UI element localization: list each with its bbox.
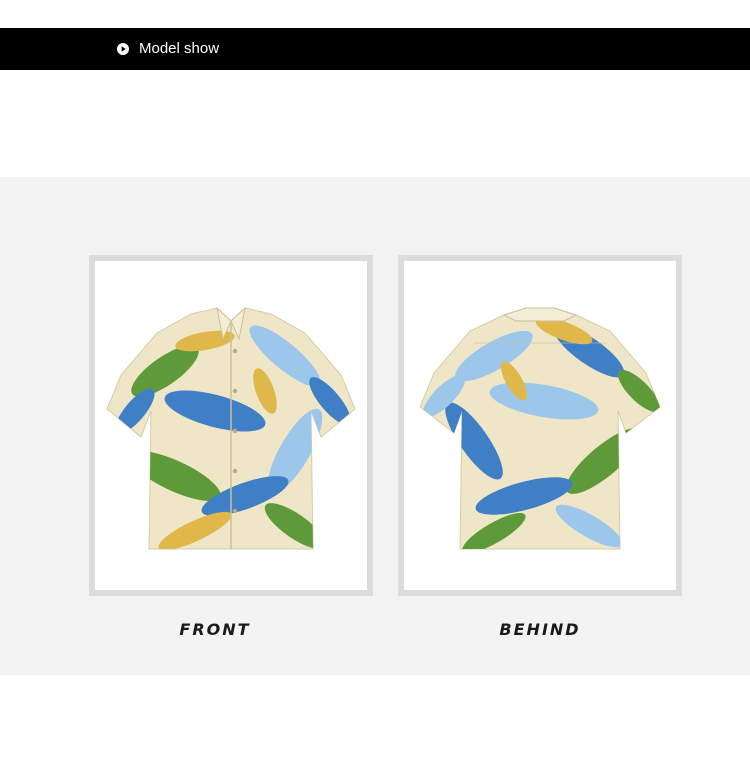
section-header: Model show	[0, 28, 750, 70]
back-caption: BEHIND	[499, 620, 581, 639]
front-caption: FRONT	[179, 620, 251, 639]
shirt-back-icon	[419, 307, 661, 550]
play-circle-icon	[117, 43, 129, 55]
front-view-frame	[89, 255, 373, 596]
back-view-frame	[398, 255, 682, 596]
section-title: Model show	[139, 40, 220, 57]
shirt-front-icon	[106, 306, 356, 550]
